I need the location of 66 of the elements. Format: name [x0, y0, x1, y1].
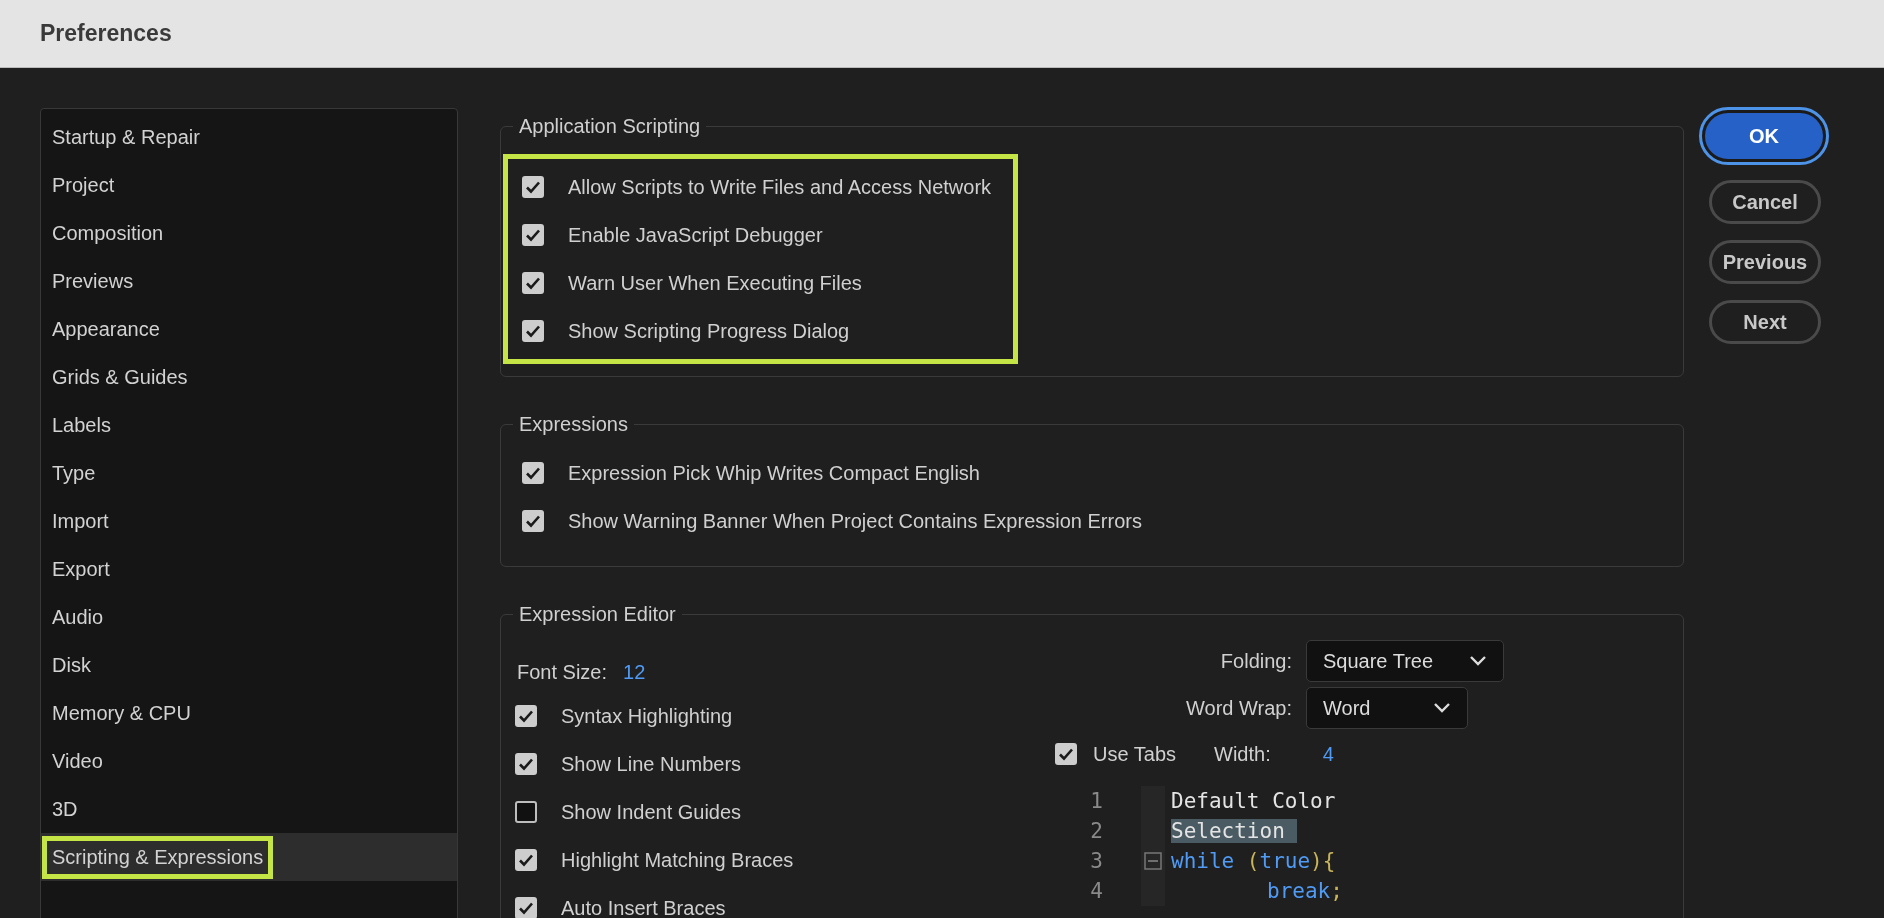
word-wrap-dropdown[interactable]: Word — [1306, 687, 1468, 729]
tab-width-value[interactable]: 4 — [1322, 742, 1334, 766]
checkbox-label: Enable JavaScript Debugger — [568, 223, 823, 247]
window-title: Preferences — [40, 20, 172, 47]
line-number: 1 — [1089, 788, 1103, 815]
checkbox[interactable] — [515, 801, 537, 823]
line-number: 4 — [1089, 878, 1103, 905]
checkbox-label: Expression Pick Whip Writes Compact English — [568, 461, 980, 485]
checkbox[interactable] — [1055, 743, 1077, 765]
sidebar-item[interactable]: Startup & Repair — [41, 113, 457, 161]
dialog-button[interactable]: Previous — [1709, 240, 1821, 284]
sidebar-item[interactable]: 3D — [41, 785, 457, 833]
checkbox-label: Highlight Matching Braces — [561, 848, 794, 872]
checkbox-label: Use Tabs — [1093, 742, 1176, 766]
checkbox[interactable] — [515, 705, 537, 727]
sidebar-item[interactable]: Appearance — [41, 305, 457, 353]
chevron-down-icon — [1433, 702, 1451, 714]
sidebar-item[interactable]: Audio — [41, 593, 457, 641]
sidebar-item[interactable]: Labels — [41, 401, 457, 449]
sidebar-item[interactable]: Export — [41, 545, 457, 593]
dialog-button[interactable]: Cancel — [1709, 180, 1821, 224]
chevron-down-icon — [1469, 655, 1487, 667]
sidebar-item[interactable]: Grids & Guides — [41, 353, 457, 401]
line-number: 2 — [1089, 818, 1103, 845]
checkbox[interactable] — [522, 272, 544, 294]
checkbox[interactable] — [515, 897, 537, 918]
checkbox-label: Show Line Numbers — [561, 752, 742, 776]
fold-marker-icon[interactable] — [1144, 852, 1162, 870]
group-title: Expressions — [518, 413, 629, 436]
sidebar-item[interactable]: Project — [41, 161, 457, 209]
sidebar-item[interactable]: Import — [41, 497, 457, 545]
checkbox[interactable] — [522, 320, 544, 342]
checkbox[interactable] — [522, 224, 544, 246]
checkbox-label: Auto Insert Braces — [561, 896, 726, 918]
dialog-button[interactable]: Next — [1709, 300, 1821, 344]
checkbox[interactable] — [515, 753, 537, 775]
checkbox-label: Syntax Highlighting — [561, 704, 733, 728]
code-line: break; — [1266, 878, 1343, 905]
font-size-value[interactable]: 12 — [623, 660, 646, 684]
field-label: Word Wrap: — [1185, 696, 1292, 720]
group-title: Application Scripting — [518, 115, 702, 138]
sidebar-item[interactable]: Scripting & Expressions — [41, 833, 457, 881]
field-label: Folding: — [1219, 649, 1292, 673]
sidebar-item[interactable]: Previews — [41, 257, 457, 305]
sidebar-item[interactable]: Composition — [41, 209, 457, 257]
checkbox[interactable] — [522, 176, 544, 198]
sidebar-item[interactable]: Disk — [41, 641, 457, 689]
checkbox-label: Show Scripting Progress Dialog — [568, 319, 850, 343]
group-title: Expression Editor — [518, 603, 677, 626]
checkbox[interactable] — [522, 462, 544, 484]
code-line: Default Color — [1171, 788, 1336, 815]
checkbox-label: Show Warning Banner When Project Contains Expression Errors — [568, 509, 1142, 533]
sidebar-item[interactable]: Video — [41, 737, 457, 785]
folding-dropdown[interactable]: Square Tree — [1306, 640, 1504, 682]
checkbox[interactable] — [522, 510, 544, 532]
code-line: while (true){ — [1171, 848, 1336, 875]
checkbox-label: Warn User When Executing Files — [568, 271, 862, 295]
field-label: Width: — [1214, 742, 1271, 766]
dialog-button[interactable]: OK — [1702, 110, 1826, 162]
checkbox-label: Show Indent Guides — [561, 800, 742, 824]
field-label: Font Size: — [517, 660, 608, 684]
sidebar-item[interactable]: Type — [41, 449, 457, 497]
line-number: 3 — [1089, 848, 1103, 875]
sidebar-item[interactable]: Memory & CPU — [41, 689, 457, 737]
checkbox-label: Allow Scripts to Write Files and Access Network — [568, 175, 992, 199]
checkbox[interactable] — [515, 849, 537, 871]
